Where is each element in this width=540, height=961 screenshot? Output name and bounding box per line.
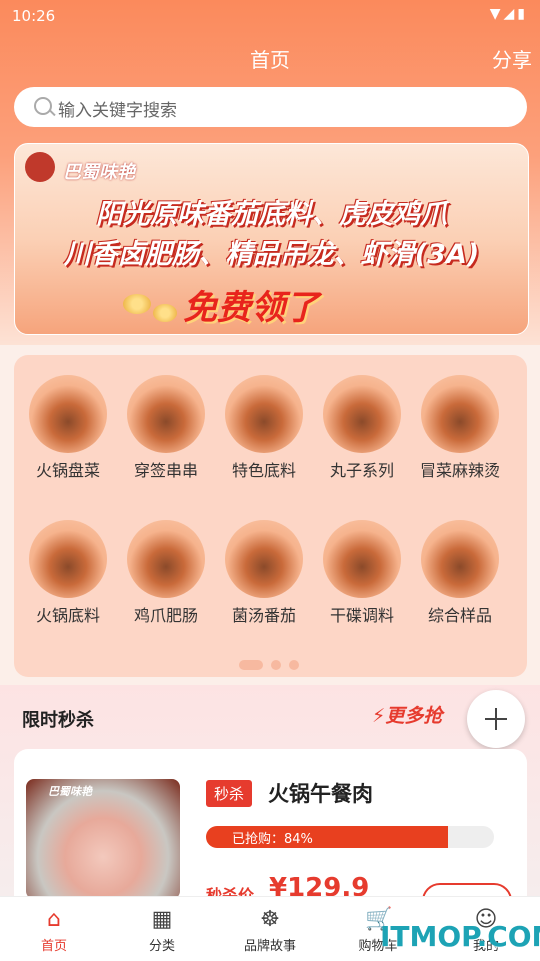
category-grid-icon: ▦ (151, 907, 173, 932)
home-icon: ⌂ (47, 907, 61, 932)
flash-tag: 秒杀 (206, 780, 253, 807)
skewer-icon (127, 375, 205, 453)
category-label: 鸡爪肥肠 (133, 606, 198, 625)
coin-decoration (153, 304, 177, 322)
mushroom-soup-icon (225, 520, 303, 598)
category-grid: 火锅盘菜 穿签串串 特色底料 丸子系列 冒菜麻辣烫火锅底料 鸡爪肥肠 菌汤番茄 干碟调料 综合样… (14, 355, 527, 677)
category-label: 穿签串串 (133, 461, 198, 480)
banner-line-2: 川香卤肥肠、精品吊龙、虾滑(3A) (63, 239, 480, 270)
category-label: 火锅盘菜 (35, 461, 100, 480)
meatball-icon (323, 375, 401, 453)
category-item[interactable]: 火锅底料 (22, 520, 114, 626)
dry-dip-icon (323, 520, 401, 598)
sample-icon (421, 520, 499, 598)
status-time: 10:26 (12, 7, 56, 25)
tab-label: 品牌故事 (243, 939, 296, 954)
status-icons: ▼◢▮ (489, 6, 528, 22)
category-item[interactable]: 综合样品 (414, 520, 506, 626)
banner-pager (255, 325, 285, 334)
category-item[interactable]: 冒菜麻辣烫 (414, 375, 506, 481)
product-image: 巴蜀味艳 (26, 779, 180, 899)
category-item[interactable]: 火锅盘菜 (22, 375, 114, 481)
product-name: 火锅午餐肉 (268, 782, 373, 806)
banner-line-1: 阳光原味番茄底料、虎皮鸡爪 (96, 199, 447, 230)
category-pager (239, 655, 307, 674)
category-label: 综合样品 (427, 606, 492, 625)
status-bar: 10:26 ▼◢▮ (0, 0, 540, 32)
category-label: 冒菜麻辣烫 (419, 461, 500, 480)
search-bar[interactable]: 输入关键字搜索 (14, 87, 527, 127)
category-item[interactable]: 干碟调料 (316, 520, 408, 626)
tab-home[interactable]: ⌂ 首页 (0, 897, 108, 954)
category-label: 菌汤番茄 (231, 606, 296, 625)
category-label: 特色底料 (231, 461, 296, 480)
hotpot-plate-icon (29, 375, 107, 453)
search-icon (34, 97, 52, 115)
tab-label: 首页 (40, 939, 67, 954)
tab-category-grid[interactable]: ▦ 分类 (108, 897, 216, 954)
banner-brand: 巴蜀味艳 (63, 162, 135, 183)
hotpot-base-icon (29, 520, 107, 598)
chicken-feet-icon (127, 520, 205, 598)
brand-logo-icon: ☸ (260, 907, 280, 932)
more-flash-link[interactable]: ⚡更多抢 (372, 701, 472, 728)
share-button[interactable]: 分享 (492, 44, 532, 73)
tab-label: 分类 (148, 939, 175, 954)
product-image-brand: 巴蜀味艳 (48, 785, 92, 798)
sold-progress-bar: 已抢购：84% (206, 826, 494, 848)
banner-cta: 免费领了 (183, 288, 319, 328)
soup-base-icon (225, 375, 303, 453)
brand-logo-icon (25, 152, 55, 182)
category-label: 干碟调料 (329, 606, 394, 625)
coin-decoration (123, 294, 151, 314)
category-item[interactable]: 穿签串串 (120, 375, 212, 481)
category-item[interactable]: 菌汤番茄 (218, 520, 310, 626)
flash-sale-title: 限时秒杀 (22, 710, 94, 731)
search-placeholder: 输入关键字搜索 (58, 101, 177, 121)
malatang-icon (421, 375, 499, 453)
category-label: 丸子系列 (329, 461, 394, 480)
page-title: 首页 (250, 48, 290, 72)
tab-brand-logo[interactable]: ☸ 品牌故事 (216, 897, 324, 954)
category-item[interactable]: 丸子系列 (316, 375, 408, 481)
sold-progress-label: 已抢购：84% (232, 832, 313, 847)
more-flash-label: 更多抢 (385, 705, 443, 727)
category-item[interactable]: 鸡爪肥肠 (120, 520, 212, 626)
category-item[interactable]: 特色底料 (218, 375, 310, 481)
promo-banner[interactable]: 巴蜀味艳 阳光原味番茄底料、虎皮鸡爪 川香卤肥肠、精品吊龙、虾滑(3A) 免费领… (14, 143, 529, 335)
category-label: 火锅底料 (35, 606, 100, 625)
watermark: ITMOP.COM (380, 920, 540, 953)
add-fab-button[interactable] (467, 690, 525, 748)
